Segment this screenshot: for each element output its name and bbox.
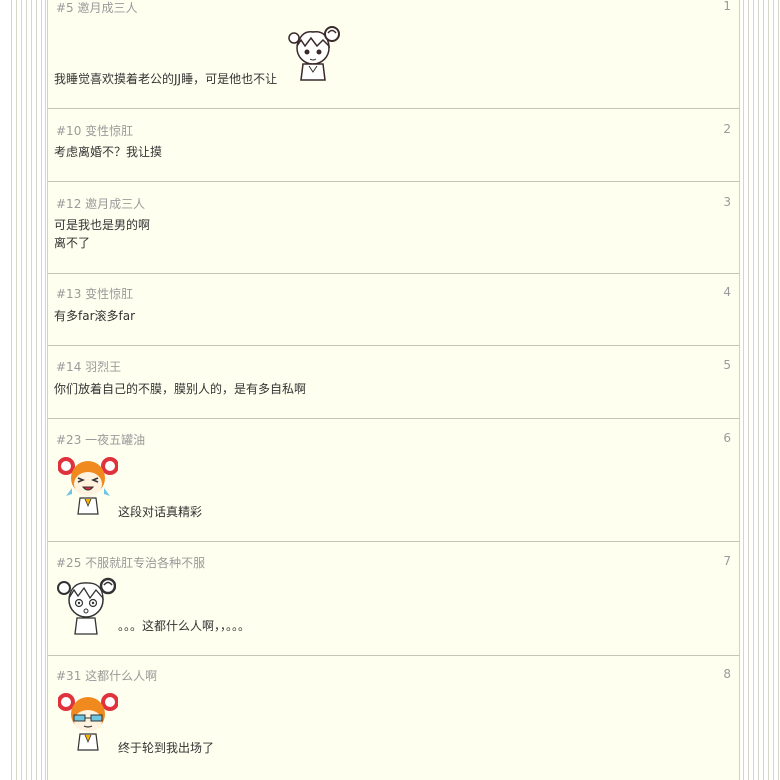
post-text: 。。。这都什么人啊，，。。。 [118,619,251,633]
sticker-orange-girl-sunglasses-icon [58,690,118,752]
author-link[interactable]: 这都什么人啊 [85,669,157,683]
post-header: #14 羽烈王 [56,358,121,375]
author-link[interactable]: 变性惊肛 [85,287,133,301]
post-floor-10: #10 变性惊肛 2 考虑离婚不？我让摸 [47,109,740,182]
post-body: 你们放着自己的不膜，膜别人的，是有多自私啊 [54,380,306,398]
floor-number: #23 [56,433,82,447]
post-index: 8 [723,667,731,681]
post-index: 4 [723,285,731,299]
post-body: 。。。这都什么人啊，，。。。 [118,617,250,635]
post-index: 3 [723,195,731,209]
floor-number: #13 [56,287,82,301]
floor-number: #31 [56,669,82,683]
author-link[interactable]: 羽烈王 [85,360,121,374]
post-floor-23: #23 一夜五罐油 6 这段对话真精彩 [47,419,740,542]
post-body: 有多far滚多far [54,307,135,325]
post-text: 考虑离婚不？我让摸 [54,145,163,159]
post-header: #13 变性惊肛 [56,285,133,302]
floor-number: #14 [56,360,82,374]
post-header: #12 邀月成三人 [56,195,145,212]
author-link[interactable]: 邀月成三人 [85,197,145,211]
post-header: #25 不服就肛专治各种不服 [56,554,205,571]
post-text: 终于轮到我出场了 [118,741,215,755]
post-floor-25: #25 不服就肛专治各种不服 7 。。。这都什么人啊，，。。。 [47,542,740,656]
post-body: 我睡觉喜欢摸着老公的JJ睡，可是他也不让 [54,70,277,88]
post-text-line: 可是我也是男的啊 [54,218,151,232]
post-header: #31 这都什么人啊 [56,667,157,684]
author-link[interactable]: 变性惊肛 [85,124,133,138]
post-text: 这段对话真精彩 [118,505,203,519]
floor-number: #10 [56,124,82,138]
post-header: #23 一夜五罐油 [56,431,145,448]
floor-number: #12 [56,197,82,211]
post-index: 1 [723,0,731,13]
post-text: 有多far滚多far [54,309,136,323]
post-body: 考虑离婚不？我让摸 [54,143,162,161]
author-link[interactable]: 一夜五罐油 [85,433,145,447]
sticker-orange-girl-laughing-icon [58,454,118,516]
post-index: 6 [723,431,731,445]
floor-number: #5 [56,1,74,15]
post-index: 5 [723,358,731,372]
post-text-line: 离不了 [54,236,91,250]
post-text: 你们放着自己的不膜，膜别人的，是有多自私啊 [54,382,307,396]
post-floor-31: #31 这都什么人啊 8 终于轮到我出场了 [47,656,740,780]
post-header: #5 邀月成三人 [56,0,138,16]
post-body: 可是我也是男的啊 离不了 [54,216,150,252]
post-index: 2 [723,122,731,136]
post-floor-14: #14 羽烈王 5 你们放着自己的不膜，膜别人的，是有多自私啊 [47,346,740,419]
post-body: 这段对话真精彩 [118,503,202,521]
post-text: 我睡觉喜欢摸着老公的JJ睡，可是他也不让 [54,72,278,86]
post-header: #10 变性惊肛 [56,122,133,139]
post-floor-13: #13 变性惊肛 4 有多far滚多far [47,274,740,346]
post-body: 终于轮到我出场了 [118,739,214,757]
post-index: 7 [723,554,731,568]
sticker-outline-girl-icon [283,20,343,82]
post-floor-12: #12 邀月成三人 3 可是我也是男的啊 离不了 [47,182,740,274]
floor-number: #25 [56,556,82,570]
sticker-outline-girl-shocked-icon [56,574,116,636]
author-link[interactable]: 不服就肛专治各种不服 [85,556,205,570]
author-link[interactable]: 邀月成三人 [78,1,138,15]
post-floor-5: #5 邀月成三人 1 我睡觉喜欢摸着老公的JJ睡，可是他也不让 [47,0,740,109]
